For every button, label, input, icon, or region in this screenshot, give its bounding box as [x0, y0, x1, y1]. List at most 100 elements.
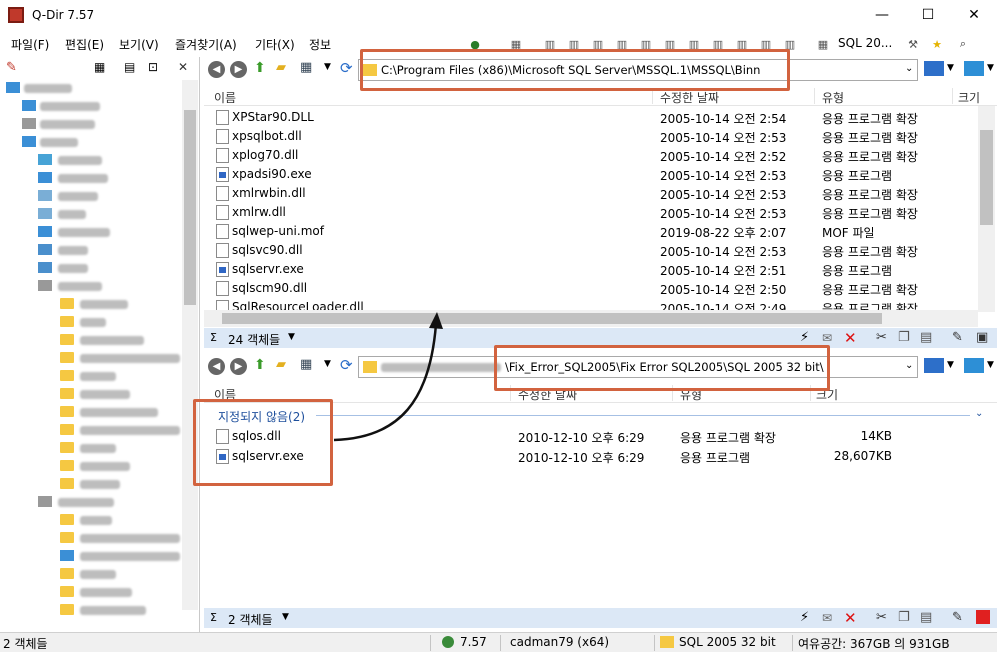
tree-item[interactable]: [0, 79, 182, 97]
page-icon[interactable]: ▤: [124, 60, 135, 74]
address-dropdown-icon[interactable]: ⌄: [905, 360, 913, 371]
layout-13-icon[interactable]: ▦: [815, 36, 831, 52]
menu-edit[interactable]: 편집(E): [65, 36, 104, 53]
close-button[interactable]: ✕: [951, 0, 997, 30]
view-icon[interactable]: ▦: [300, 357, 312, 372]
flash-icon[interactable]: ⚡: [800, 330, 809, 345]
tree-item[interactable]: [0, 295, 182, 313]
status-dropdown-icon[interactable]: ▼: [282, 612, 289, 622]
col-name[interactable]: 이름: [214, 89, 236, 106]
monitor-icon[interactable]: [924, 61, 944, 76]
sql-favorite[interactable]: SQL 20...: [838, 36, 892, 50]
forward-icon[interactable]: ▶: [230, 61, 247, 78]
top-vscroll-thumb[interactable]: [980, 130, 993, 225]
delete-icon[interactable]: ✕: [844, 329, 857, 347]
tree-item[interactable]: [0, 331, 182, 349]
menu-file[interactable]: 파일(F): [11, 36, 49, 53]
forward-icon[interactable]: ▶: [230, 358, 247, 375]
menu-view[interactable]: 보기(V): [119, 36, 159, 53]
back-icon[interactable]: ◀: [208, 61, 225, 78]
col-sep[interactable]: [952, 88, 953, 104]
tree-item[interactable]: [0, 277, 182, 295]
mail-icon[interactable]: ✉: [822, 331, 832, 345]
display-dropdown-icon[interactable]: ▼: [987, 63, 994, 73]
cut-icon[interactable]: ✂: [876, 610, 887, 625]
status-dropdown-icon[interactable]: ▼: [288, 332, 295, 342]
tree-item[interactable]: [0, 367, 182, 385]
tree-item[interactable]: [0, 313, 182, 331]
tree-item[interactable]: [0, 187, 182, 205]
mail-icon[interactable]: ✉: [822, 611, 832, 625]
top-hscroll-thumb[interactable]: [222, 313, 882, 324]
group-collapse-icon[interactable]: ⌄: [975, 408, 983, 419]
monitor-icon[interactable]: [924, 358, 944, 373]
tree-item[interactable]: [0, 169, 182, 187]
file-row[interactable]: sqlscm90.dll 2005-10-14 오전 2:50 응용 프로그램 확장: [216, 279, 976, 298]
new-folder-icon[interactable]: ▰: [276, 60, 286, 75]
properties-icon[interactable]: ▣: [976, 330, 988, 345]
tree-item[interactable]: [0, 223, 182, 241]
monitor-dropdown-icon[interactable]: ▼: [947, 360, 954, 370]
col-type[interactable]: 유형: [822, 89, 844, 106]
maximize-button[interactable]: ☐: [905, 0, 951, 30]
copy-icon[interactable]: ❐: [898, 610, 910, 625]
file-row[interactable]: XPStar90.DLL 2005-10-14 오전 2:54 응용 프로그램 확장: [216, 108, 976, 127]
stop-icon[interactable]: [976, 610, 990, 624]
col-date[interactable]: 수정한 날짜: [660, 89, 719, 106]
display-icon[interactable]: [964, 61, 984, 76]
filter-icon[interactable]: ⊡: [148, 60, 158, 74]
tree-item[interactable]: [0, 115, 182, 133]
paste-icon[interactable]: ▤: [920, 610, 932, 625]
minimize-button[interactable]: —: [859, 0, 905, 30]
delete-icon[interactable]: ✕: [844, 609, 857, 627]
tree-item[interactable]: [0, 421, 182, 439]
star-icon[interactable]: ★: [929, 36, 945, 52]
tree-item[interactable]: [0, 529, 182, 547]
tree-item[interactable]: [0, 349, 182, 367]
tree-item[interactable]: [0, 439, 182, 457]
up-icon[interactable]: ⬆: [254, 60, 266, 76]
menu-favorites[interactable]: 즐겨찾기(A): [175, 36, 237, 53]
tree-item[interactable]: [0, 241, 182, 259]
edit-icon[interactable]: ✎: [952, 610, 963, 625]
menu-info[interactable]: 정보: [309, 36, 331, 53]
new-folder-icon[interactable]: ▰: [276, 357, 286, 372]
file-row[interactable]: xplog70.dll 2005-10-14 오전 2:52 응용 프로그램 확장: [216, 146, 976, 165]
tree-item[interactable]: [0, 565, 182, 583]
display-dropdown-icon[interactable]: ▼: [987, 360, 994, 370]
back-icon[interactable]: ◀: [208, 358, 225, 375]
view-dropdown-icon[interactable]: ▼: [324, 62, 331, 72]
tree-item[interactable]: [0, 151, 182, 169]
flash-icon[interactable]: ⚡: [800, 610, 809, 625]
tree-item[interactable]: [0, 259, 182, 277]
up-icon[interactable]: ⬆: [254, 357, 266, 373]
tree-item[interactable]: [0, 583, 182, 601]
zoom-icon[interactable]: ⌕: [955, 36, 971, 52]
monitor-dropdown-icon[interactable]: ▼: [947, 63, 954, 73]
tree-item[interactable]: [0, 493, 182, 511]
view-icon[interactable]: ▦: [300, 60, 312, 75]
file-row[interactable]: xmlrwbin.dll 2005-10-14 오전 2:53 응용 프로그램 확장: [216, 184, 976, 203]
menu-extra[interactable]: 기타(X): [255, 36, 295, 53]
file-row[interactable]: sqlsvc90.dll 2005-10-14 오전 2:53 응용 프로그램 확장: [216, 241, 976, 260]
file-row[interactable]: xpadsi90.exe 2005-10-14 오전 2:53 응용 프로그램: [216, 165, 976, 184]
pin-icon[interactable]: ✎: [6, 60, 17, 75]
paste-icon[interactable]: ▤: [920, 330, 932, 345]
tree-item[interactable]: [0, 511, 182, 529]
copy-icon[interactable]: ❐: [898, 330, 910, 345]
col-sep[interactable]: [814, 88, 815, 104]
grid-icon[interactable]: ▦: [94, 60, 105, 74]
tree-item[interactable]: [0, 403, 182, 421]
refresh-icon[interactable]: ⟳: [340, 59, 353, 77]
tree-item[interactable]: [0, 547, 182, 565]
tree-item[interactable]: [0, 133, 182, 151]
close-tree-icon[interactable]: ✕: [178, 60, 188, 74]
display-icon[interactable]: [964, 358, 984, 373]
tree-item[interactable]: [0, 385, 182, 403]
cut-icon[interactable]: ✂: [876, 330, 887, 345]
tools-icon[interactable]: ⚒: [905, 36, 921, 52]
file-row[interactable]: sqlservr.exe 2005-10-14 오전 2:51 응용 프로그램: [216, 260, 976, 279]
address-dropdown-icon[interactable]: ⌄: [905, 63, 913, 74]
col-size[interactable]: 크기: [958, 89, 980, 106]
file-row[interactable]: xpsqlbot.dll 2005-10-14 오전 2:53 응용 프로그램 확장: [216, 127, 976, 146]
